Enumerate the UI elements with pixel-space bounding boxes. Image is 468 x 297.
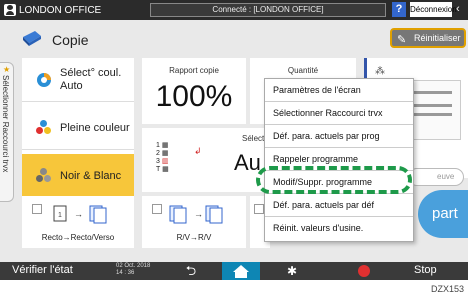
check-status-button[interactable]: Vérifier l'état xyxy=(12,264,73,276)
help-button[interactable]: ? xyxy=(392,2,406,17)
density-input[interactable]: euve xyxy=(408,168,464,186)
copy-ratio-card[interactable]: Rapport copie 100% xyxy=(142,58,246,124)
home-button[interactable] xyxy=(222,262,260,280)
color-auto-button[interactable]: Sélect° coul. Auto xyxy=(22,58,134,102)
date-time: 02 Oct. 2018 14 : 36 xyxy=(116,263,150,277)
stop-button[interactable]: Stop xyxy=(414,264,437,280)
bypass-tray-icon: ↲ xyxy=(194,146,202,156)
svg-text:→: → xyxy=(74,209,83,219)
black-white-label: Noir & Blanc xyxy=(60,169,122,182)
back-icon[interactable]: ⮌ xyxy=(162,262,220,280)
home-icon xyxy=(233,265,249,278)
app-title: Copie xyxy=(52,32,89,48)
full-color-label: Pleine couleur xyxy=(60,121,130,134)
reset-button[interactable]: ✎ Réinitialiser xyxy=(390,28,466,48)
top-bar: LONDON OFFICE Connecté : [LONDON OFFICE]… xyxy=(0,0,468,20)
quantity-caption: Quantité xyxy=(287,66,319,75)
duplex-2-checkbox xyxy=(152,204,162,214)
date-text: 02 Oct. 2018 xyxy=(116,263,151,269)
tray-list: 1 ▦ 2 ▦ 3 ▥ T ▦ xyxy=(156,142,169,173)
start-button[interactable]: part xyxy=(418,190,468,238)
duplex-1-label: Recto→Recto/Verso xyxy=(41,233,115,242)
duplex-option-2[interactable]: → R/V→R/V xyxy=(142,196,246,248)
duplex-1-checkbox xyxy=(32,204,42,214)
status-bar: Vérifier l'état 02 Oct. 2018 14 : 36 ⮌ ✱… xyxy=(0,262,468,280)
color-auto-label: Sélect° coul. Auto xyxy=(60,67,121,93)
time-text: 14 : 36 xyxy=(116,270,135,276)
black-white-button[interactable]: Noir & Blanc xyxy=(22,154,134,198)
svg-text:→: → xyxy=(194,209,203,219)
reset-label: Réinitialiser xyxy=(414,33,461,43)
connection-status: Connecté : [LONDON OFFICE] xyxy=(150,3,386,17)
menu-item-select-shortcut[interactable]: Sélectionner Raccourci trvx xyxy=(265,102,413,125)
figure-code: DZX153 xyxy=(430,284,464,294)
color-auto-line2: Auto xyxy=(60,80,83,92)
gear-icon[interactable]: ✱ xyxy=(262,262,322,280)
copy-app-icon xyxy=(23,31,41,46)
user-name: LONDON OFFICE xyxy=(19,4,102,16)
menu-item-set-defaults[interactable]: Déf. para. actuels par déf xyxy=(265,194,413,217)
duplex-2-label: R/V→R/V xyxy=(176,233,212,242)
full-color-icon xyxy=(36,120,52,136)
reset-pen-icon: ✎ xyxy=(397,34,407,46)
star-icon: ★ xyxy=(3,65,11,74)
auto-color-icon xyxy=(37,73,51,87)
shortcut-side-tab[interactable]: ★ Sélectionner Raccourci trvx xyxy=(0,62,14,202)
svg-text:1: 1 xyxy=(58,212,62,219)
ratio-value: 100% xyxy=(155,80,233,113)
menu-item-save-program[interactable]: Déf. para. actuels par prog xyxy=(265,125,413,148)
stop-indicator-icon xyxy=(358,265,370,277)
user-indicator: LONDON OFFICE xyxy=(4,3,101,17)
recall-program-highlight xyxy=(256,166,412,194)
menu-item-factory-reset[interactable]: Réinit. valeurs d'usine. xyxy=(265,217,413,240)
duplex-1-icon: 1 → xyxy=(53,205,107,224)
duplex-option-1[interactable]: 1 → Recto→Recto/Verso xyxy=(22,196,134,248)
black-white-icon xyxy=(36,168,52,184)
more-icon[interactable]: ‹ xyxy=(456,2,468,17)
menu-item-screen-settings[interactable]: Paramètres de l'écran xyxy=(265,79,413,102)
duplex-2-icon: → xyxy=(169,205,223,224)
user-icon xyxy=(4,4,16,16)
copier-screen: LONDON OFFICE Connecté : [LONDON OFFICE]… xyxy=(0,0,468,280)
apps-icon[interactable]: ⁂ xyxy=(375,66,385,77)
color-auto-line1: Sélect° coul. xyxy=(60,67,122,79)
color-mode-group: Sélect° coul. Auto Pleine couleur Noir &… xyxy=(22,58,134,206)
side-tab-label: Sélectionner Raccourci trvx xyxy=(1,75,10,173)
ratio-caption: Rapport copie xyxy=(169,66,219,75)
logout-button[interactable]: Déconnexion xyxy=(410,2,457,17)
options-menu: Paramètres de l'écran Sélectionner Racco… xyxy=(264,78,414,242)
full-color-button[interactable]: Pleine couleur xyxy=(22,106,134,150)
duplex-3-checkbox xyxy=(254,204,264,214)
app-bar: Copie ✎ Réinitialiser xyxy=(0,20,468,62)
